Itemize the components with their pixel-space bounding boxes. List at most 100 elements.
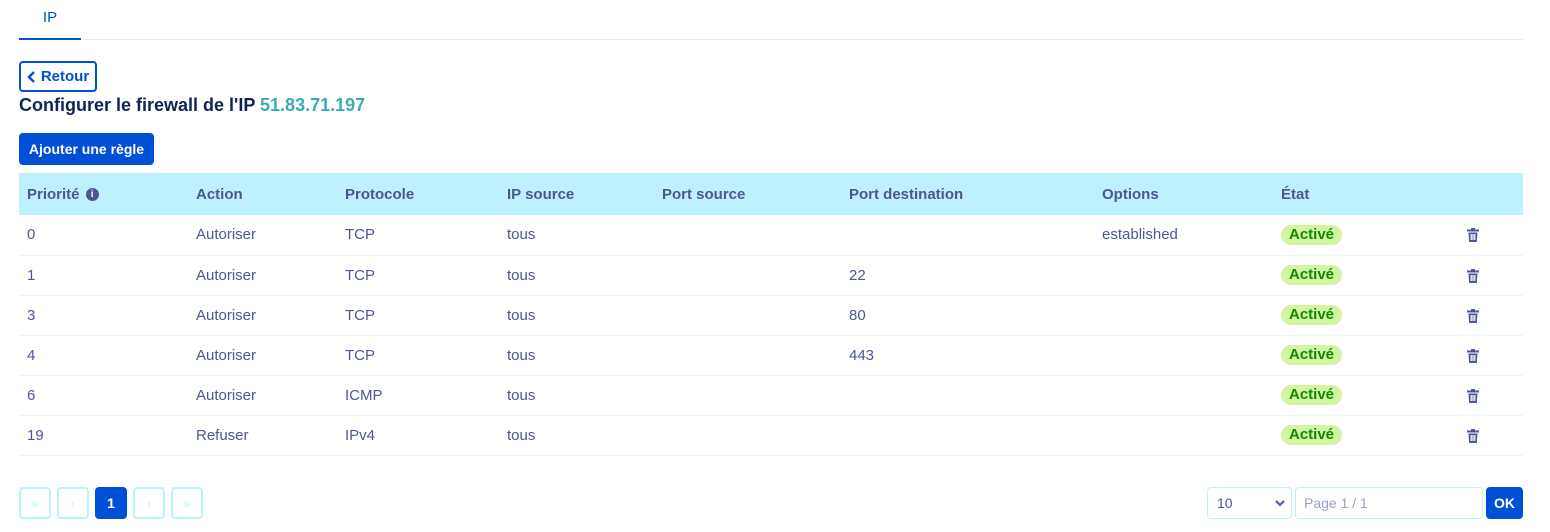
- state-cell: Activé: [1273, 335, 1437, 376]
- options-cell: [1094, 335, 1273, 376]
- protocol-cell: TCP: [337, 215, 499, 256]
- state-cell: Activé: [1273, 415, 1437, 456]
- tab-ip[interactable]: IP: [19, 0, 81, 40]
- page-title-ip: 51.83.71.197: [260, 95, 366, 115]
- firewall-rules-table: Priorité i Action Protocole IP source Po…: [19, 173, 1523, 456]
- priority-cell: 19: [19, 415, 188, 456]
- first-page-button[interactable]: «: [19, 487, 51, 519]
- protocol-cell: TCP: [337, 295, 499, 336]
- options-cell: established: [1094, 215, 1273, 256]
- priority-cell: 6: [19, 375, 188, 416]
- options-cell: [1094, 295, 1273, 336]
- actions-cell: [1437, 335, 1523, 376]
- tab-bar: IP: [19, 0, 1523, 40]
- page-size-select[interactable]: 10: [1207, 487, 1292, 519]
- actions-cell: [1437, 375, 1523, 416]
- status-badge: Activé: [1281, 305, 1343, 325]
- actions-cell: [1437, 215, 1523, 256]
- header-action: Action: [196, 185, 243, 203]
- action-cell: Refuser: [188, 415, 337, 456]
- priority-cell: 3: [19, 295, 188, 336]
- source-ip-cell: tous: [499, 255, 654, 296]
- header-actions: [1437, 173, 1523, 215]
- ok-button[interactable]: OK: [1486, 487, 1523, 519]
- state-cell: Activé: [1273, 215, 1437, 256]
- back-button-label: Retour: [40, 68, 90, 85]
- status-badge: Activé: [1281, 265, 1343, 285]
- trash-icon[interactable]: [1467, 388, 1479, 403]
- chevron-down-icon: [1275, 500, 1285, 507]
- dest-port-cell: [841, 415, 1094, 456]
- dest-port-cell: [841, 215, 1094, 256]
- source-ip-cell: tous: [499, 415, 654, 456]
- dest-port-cell: 443: [841, 335, 1094, 376]
- status-badge: Activé: [1281, 425, 1343, 445]
- status-badge: Activé: [1281, 345, 1343, 365]
- header-priority: Priorité i: [19, 173, 188, 215]
- header-state: État: [1281, 185, 1310, 203]
- protocol-cell: TCP: [337, 335, 499, 376]
- trash-icon[interactable]: [1467, 348, 1479, 363]
- trash-icon[interactable]: [1467, 428, 1479, 443]
- trash-icon[interactable]: [1467, 268, 1479, 283]
- protocol-cell: ICMP: [337, 375, 499, 416]
- action-cell: Autoriser: [188, 215, 337, 256]
- prev-page-button[interactable]: ‹: [57, 487, 89, 519]
- header-options: Options: [1102, 185, 1159, 203]
- last-page-button[interactable]: »: [171, 487, 203, 519]
- options-cell: [1094, 255, 1273, 296]
- table-row: 6 Autoriser ICMP tous Activé: [19, 375, 1523, 416]
- source-ip-cell: tous: [499, 375, 654, 416]
- info-icon[interactable]: i: [85, 188, 99, 202]
- source-port-cell: [654, 415, 841, 456]
- dest-port-cell: 80: [841, 295, 1094, 336]
- options-cell: [1094, 415, 1273, 456]
- source-ip-cell: tous: [499, 295, 654, 336]
- options-cell: [1094, 375, 1273, 416]
- back-button[interactable]: Retour: [19, 61, 97, 92]
- table-row: 3 Autoriser TCP tous 80 Activé: [19, 295, 1523, 336]
- page-number-input[interactable]: [1295, 487, 1483, 519]
- source-ip-cell: tous: [499, 215, 654, 256]
- source-port-cell: [654, 335, 841, 376]
- table-row: 19 Refuser IPv4 tous Activé: [19, 415, 1523, 456]
- action-cell: Autoriser: [188, 255, 337, 296]
- page-title-text: Configurer le firewall de l'IP: [19, 95, 256, 115]
- next-page-button[interactable]: ›: [133, 487, 165, 519]
- trash-icon[interactable]: [1467, 228, 1479, 243]
- table-header-row: Priorité i Action Protocole IP source Po…: [19, 173, 1523, 215]
- header-source-ip: IP source: [507, 185, 575, 203]
- page-1-button[interactable]: 1: [95, 487, 127, 519]
- action-cell: Autoriser: [188, 295, 337, 336]
- add-rule-button[interactable]: Ajouter une règle: [19, 133, 154, 165]
- actions-cell: [1437, 255, 1523, 296]
- header-protocol: Protocole: [345, 185, 415, 203]
- action-cell: Autoriser: [188, 375, 337, 416]
- page-title: Configurer le firewall de l'IP 51.83.71.…: [19, 95, 365, 116]
- source-ip-cell: tous: [499, 335, 654, 376]
- source-port-cell: [654, 375, 841, 416]
- status-badge: Activé: [1281, 385, 1343, 405]
- protocol-cell: TCP: [337, 255, 499, 296]
- state-cell: Activé: [1273, 375, 1437, 416]
- chevron-left-icon: [27, 70, 35, 83]
- priority-cell: 4: [19, 335, 188, 376]
- actions-cell: [1437, 295, 1523, 336]
- actions-cell: [1437, 415, 1523, 456]
- table-row: 4 Autoriser TCP tous 443 Activé: [19, 335, 1523, 376]
- state-cell: Activé: [1273, 295, 1437, 336]
- pagination: « ‹ 1 › »: [19, 487, 203, 519]
- header-source-port: Port source: [662, 185, 746, 203]
- trash-icon[interactable]: [1467, 308, 1479, 323]
- priority-cell: 0: [19, 215, 188, 256]
- source-port-cell: [654, 215, 841, 256]
- protocol-cell: IPv4: [337, 415, 499, 456]
- state-cell: Activé: [1273, 255, 1437, 296]
- action-cell: Autoriser: [188, 335, 337, 376]
- dest-port-cell: [841, 375, 1094, 416]
- source-port-cell: [654, 255, 841, 296]
- page-size-value: 10: [1217, 495, 1233, 511]
- priority-cell: 1: [19, 255, 188, 296]
- table-row: 0 Autoriser TCP tous established Activé: [19, 215, 1523, 256]
- status-badge: Activé: [1281, 224, 1343, 245]
